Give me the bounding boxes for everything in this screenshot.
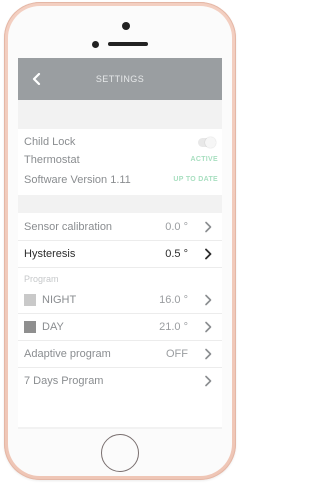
sensor-calibration-row[interactable]: Sensor calibration 0.0 ° — [18, 217, 222, 237]
front-camera — [92, 41, 99, 48]
settings-group: Sensor calibration 0.0 ° Hysteresis 0.5 … — [18, 213, 222, 427]
speaker-grille — [108, 42, 148, 46]
adaptive-program-value: OFF — [166, 348, 188, 360]
seven-days-program-row[interactable]: 7 Days Program — [18, 371, 222, 391]
app-screen: SETTINGS Child Lock Thermostat ACTIVE So… — [18, 58, 222, 429]
chevron-right-icon — [205, 294, 212, 306]
night-row[interactable]: NIGHT 16.0 ° — [18, 290, 222, 310]
day-label: DAY — [42, 321, 64, 333]
program-section-label: Program — [24, 274, 59, 284]
night-value: 16.0 ° — [159, 294, 188, 306]
divider — [18, 267, 222, 268]
chevron-right-icon — [205, 248, 212, 260]
day-row[interactable]: DAY 21.0 ° — [18, 317, 222, 337]
sensor-calibration-value: 0.0 ° — [165, 221, 188, 233]
chevron-right-icon — [205, 321, 212, 333]
child-lock-row: Child Lock — [18, 132, 222, 152]
adaptive-program-row[interactable]: Adaptive program OFF — [18, 344, 222, 364]
chevron-right-icon — [205, 375, 212, 387]
thermostat-label: Thermostat — [24, 154, 80, 166]
software-version-label: Software Version 1.11 — [24, 174, 131, 186]
seven-days-program-label: 7 Days Program — [24, 375, 104, 387]
night-color-swatch — [24, 294, 36, 306]
divider — [18, 313, 222, 314]
toggle-knob — [205, 137, 216, 148]
chevron-right-icon — [205, 221, 212, 233]
back-button[interactable] — [26, 68, 48, 90]
adaptive-program-label: Adaptive program — [24, 348, 111, 360]
general-group: Child Lock Thermostat ACTIVE Software Ve… — [18, 129, 222, 195]
camera-dot — [122, 22, 130, 30]
day-value: 21.0 ° — [159, 321, 188, 333]
header-bar: SETTINGS — [18, 58, 222, 100]
thermostat-row: Thermostat ACTIVE — [18, 150, 222, 170]
hysteresis-value: 0.5 ° — [165, 248, 188, 260]
hysteresis-row[interactable]: Hysteresis 0.5 ° — [18, 244, 222, 264]
software-status-badge: UP TO DATE — [173, 176, 218, 183]
night-label: NIGHT — [42, 294, 77, 306]
hysteresis-label: Hysteresis — [24, 248, 76, 260]
thermostat-status-badge: ACTIVE — [190, 156, 218, 163]
divider — [18, 367, 222, 368]
child-lock-label: Child Lock — [24, 136, 76, 148]
divider — [18, 240, 222, 241]
chevron-right-icon — [205, 348, 212, 360]
page-title: SETTINGS — [95, 74, 145, 84]
divider — [18, 340, 222, 341]
sensor-calibration-label: Sensor calibration — [24, 221, 113, 233]
chevron-left-icon — [32, 73, 41, 85]
software-version-row: Software Version 1.11 UP TO DATE — [18, 170, 222, 190]
child-lock-toggle[interactable] — [198, 137, 216, 148]
home-button[interactable] — [101, 434, 139, 472]
day-color-swatch — [24, 321, 36, 333]
